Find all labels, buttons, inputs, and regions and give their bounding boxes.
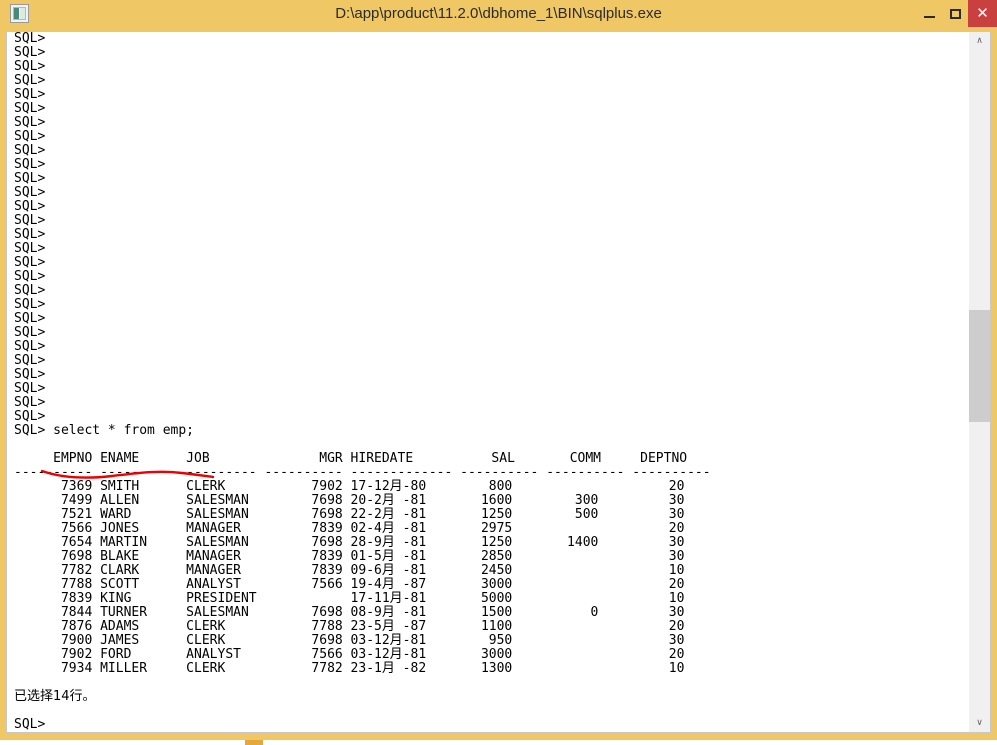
console-prompt-line: SQL> [14, 717, 46, 732]
vertical-scrollbar[interactable]: ∧ ∨ [969, 32, 990, 732]
console-prompt-line: SQL> [14, 129, 46, 144]
console-prompt-line: SQL> [14, 199, 46, 214]
console-prompt-line: SQL> [14, 213, 46, 228]
table-row: 7876 ADAMS CLERK 7788 23-5月 -87 1100 20 [14, 619, 685, 634]
sqlplus-app-icon [10, 4, 29, 23]
result-header-row: EMPNO ENAME JOB MGR HIREDATE SAL COMM DE… [14, 451, 688, 466]
table-row: 7521 WARD SALESMAN 7698 22-2月 -81 1250 5… [14, 507, 685, 522]
console-prompt-line: SQL> [14, 269, 46, 284]
table-row: 7902 FORD ANALYST 7566 03-12月-81 3000 20 [14, 647, 685, 662]
console-command-line: SQL> select * from emp; [14, 423, 195, 438]
minimize-button[interactable] [916, 0, 942, 27]
table-row: 7782 CLARK MANAGER 7839 09-6月 -81 2450 1… [14, 563, 685, 578]
console-output: SQL> SQL> SQL> SQL> SQL> SQL> SQL> SQL> SQL> SQL>… [7, 32, 970, 732]
console-prompt-line: SQL> [14, 87, 46, 102]
table-row: 7499 ALLEN SALESMAN 7698 20-2月 -81 1600 … [14, 493, 685, 508]
console-prompt-line: SQL> [14, 73, 46, 88]
console-prompt-line: SQL> [14, 101, 46, 116]
console-prompt-line: SQL> [14, 255, 46, 270]
console-prompt-line: SQL> [14, 32, 46, 46]
table-row: 7844 TURNER SALESMAN 7698 08-9月 -81 1500… [14, 605, 685, 620]
minimize-icon [923, 15, 935, 18]
console-prompt-line: SQL> [14, 143, 46, 158]
maximize-icon [949, 8, 961, 19]
close-icon: ✕ [976, 5, 989, 22]
console-prompt-line: SQL> [14, 367, 46, 382]
table-row: 7654 MARTIN SALESMAN 7698 28-9月 -81 1250… [14, 535, 685, 550]
console-prompt-line: SQL> [14, 395, 46, 410]
row-count-footer: 已选择14行。 [14, 689, 96, 704]
console-prompt-line: SQL> [14, 45, 46, 60]
app-icon-glyph [13, 7, 26, 20]
title-bar[interactable]: D:\app\product\11.2.0\dbhome_1\BIN\sqlpl… [0, 0, 997, 27]
scroll-up-arrow-icon[interactable]: ∧ [969, 32, 990, 50]
console-prompt-line: SQL> [14, 157, 46, 172]
table-row: 7566 JONES MANAGER 7839 02-4月 -81 2975 2… [14, 521, 685, 536]
console-prompt-line: SQL> [14, 59, 46, 74]
scrollbar-thumb[interactable] [969, 310, 990, 422]
console-prompt-line: SQL> [14, 185, 46, 200]
console-prompt-line: SQL> [14, 339, 46, 354]
scroll-down-arrow-icon[interactable]: ∨ [969, 714, 990, 732]
console-prompt-line: SQL> [14, 353, 46, 368]
maximize-button[interactable] [942, 0, 968, 27]
console-prompt-line: SQL> [14, 227, 46, 242]
close-button[interactable]: ✕ [968, 0, 997, 27]
console-prompt-line: SQL> [14, 409, 46, 424]
console-prompt-line: SQL> [14, 171, 46, 186]
desktop-sliver [0, 740, 997, 745]
result-separator-row: ---------- ---------- --------- --------… [14, 465, 711, 480]
console-prompt-line: SQL> [14, 241, 46, 256]
sqlplus-window: D:\app\product\11.2.0\dbhome_1\BIN\sqlpl… [0, 0, 997, 740]
table-row: 7900 JAMES CLERK 7698 03-12月-81 950 30 [14, 633, 685, 648]
window-title: D:\app\product\11.2.0\dbhome_1\BIN\sqlpl… [335, 5, 662, 22]
console-prompt-line: SQL> [14, 381, 46, 396]
console-prompt-line: SQL> [14, 283, 46, 298]
table-row: 7839 KING PRESIDENT 17-11月-81 5000 10 [14, 591, 685, 606]
console-prompt-line: SQL> [14, 297, 46, 312]
taskbar-tab-marker [245, 740, 263, 745]
table-row: 7934 MILLER CLERK 7782 23-1月 -82 1300 10 [14, 661, 685, 676]
table-row: 7369 SMITH CLERK 7902 17-12月-80 800 20 [14, 479, 685, 494]
console-prompt-line: SQL> [14, 325, 46, 340]
console-area[interactable]: SQL> SQL> SQL> SQL> SQL> SQL> SQL> SQL> SQL> SQL>… [6, 31, 991, 733]
table-row: 7788 SCOTT ANALYST 7566 19-4月 -87 3000 2… [14, 577, 685, 592]
console-prompt-line: SQL> [14, 115, 46, 130]
console-prompt-line: SQL> [14, 311, 46, 326]
table-row: 7698 BLAKE MANAGER 7839 01-5月 -81 2850 3… [14, 549, 685, 564]
